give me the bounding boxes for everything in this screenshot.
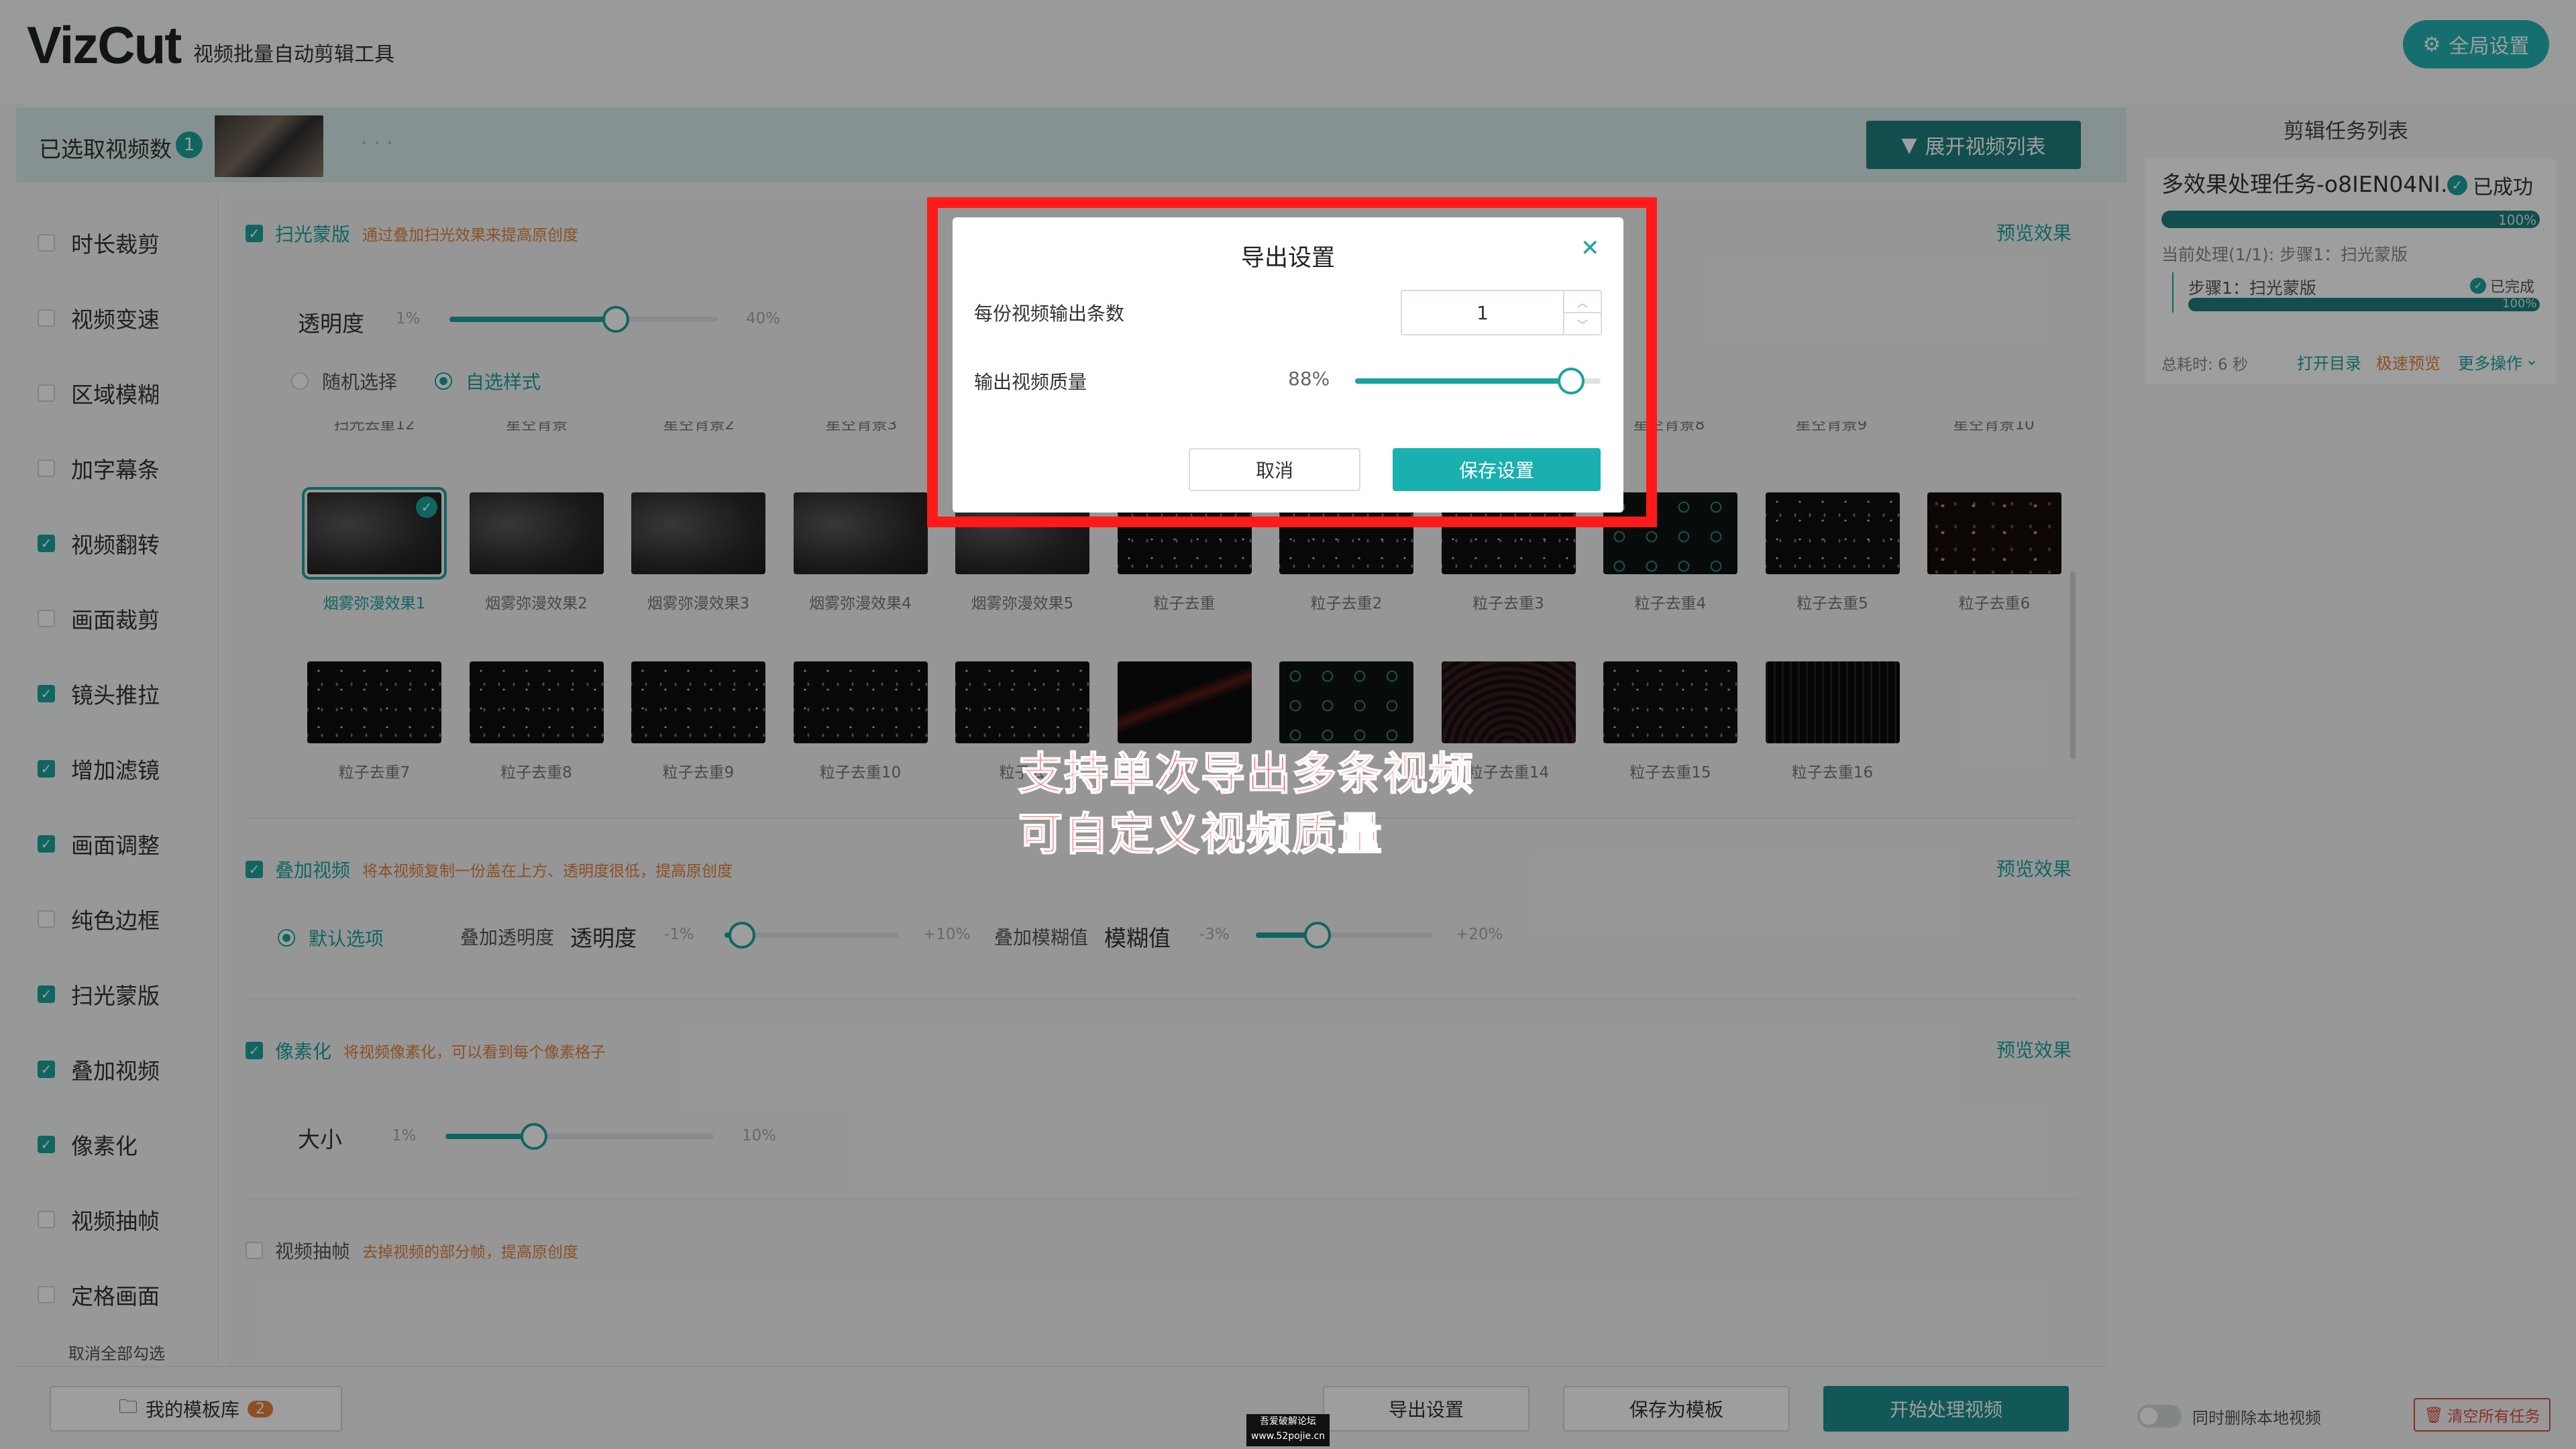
quality-value: 88%	[1288, 368, 1330, 390]
output-count-stepper[interactable]: 1 ︿ ﹀	[1401, 290, 1602, 335]
watermark-line-1: 吾爱破解论坛	[1260, 1416, 1316, 1427]
output-count-label: 每份视频输出条数	[974, 303, 1125, 325]
output-count-value[interactable]: 1	[1402, 302, 1563, 324]
quality-label: 输出视频质量	[974, 371, 1087, 393]
quality-slider-knob[interactable]	[1558, 368, 1585, 394]
quality-slider-fill	[1355, 378, 1572, 384]
close-icon[interactable]: ✕	[1580, 235, 1600, 262]
decrement-icon[interactable]: ﹀	[1564, 312, 1601, 334]
watermark-line-2: www.52pojie.cn	[1250, 1431, 1326, 1442]
stepper-buttons: ︿ ﹀	[1563, 291, 1601, 334]
increment-icon[interactable]: ︿	[1564, 291, 1601, 312]
dialog-title: 导出设置	[1240, 245, 1335, 272]
cancel-button[interactable]: 取消	[1189, 448, 1360, 491]
annotation-line-2: 可自定义视频质量	[1018, 808, 1383, 861]
annotation-line-1: 支持单次导出多条视频	[1018, 747, 1474, 800]
forum-watermark: 吾爱破解论坛 www.52pojie.cn	[1246, 1414, 1330, 1446]
save-settings-button[interactable]: 保存设置	[1393, 448, 1601, 491]
